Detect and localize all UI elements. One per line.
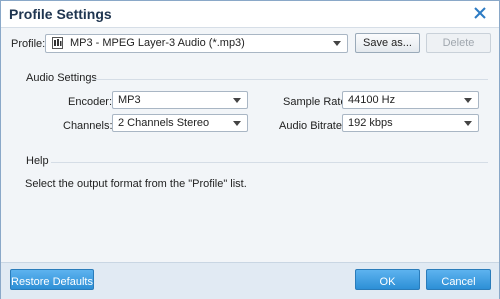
chevron-down-icon: [233, 98, 241, 103]
channels-label: Channels:: [63, 120, 113, 132]
profile-select[interactable]: MP3 - MPEG Layer-3 Audio (*.mp3): [45, 34, 348, 53]
title-bar: Profile Settings: [1, 1, 499, 27]
profile-selected: MP3 - MPEG Layer-3 Audio (*.mp3): [70, 37, 245, 49]
channels-value: 2 Channels Stereo: [118, 117, 210, 129]
delete-button[interactable]: Delete: [426, 33, 491, 53]
ok-button[interactable]: OK: [355, 269, 420, 290]
dialog-body: Profile: MP3 - MPEG Layer-3 Audio (*.mp3…: [1, 27, 499, 262]
encoder-value: MP3: [118, 94, 141, 106]
help-text: Select the output format from the "Profi…: [25, 178, 247, 190]
chevron-down-icon: [464, 98, 472, 103]
help-heading: Help: [26, 155, 49, 167]
close-icon[interactable]: [471, 4, 489, 22]
group-divider: [91, 79, 488, 80]
ok-label: OK: [379, 276, 396, 288]
restore-defaults-button[interactable]: Restore Defaults: [10, 269, 94, 290]
chevron-down-icon: [333, 41, 341, 46]
help-divider: [51, 162, 488, 163]
bitrate-select[interactable]: 192 kbps: [342, 114, 479, 132]
chevron-down-icon: [464, 121, 472, 126]
bitrate-value: 192 kbps: [348, 117, 393, 129]
profile-label: Profile:: [11, 38, 46, 50]
chevron-down-icon: [233, 121, 241, 126]
sample-rate-select[interactable]: 44100 Hz: [342, 91, 479, 109]
profile-settings-dialog: Profile Settings Profile: MP3 - MPEG Lay…: [0, 0, 500, 299]
dialog-title: Profile Settings: [9, 6, 112, 22]
sample-rate-value: 44100 Hz: [348, 94, 396, 106]
cancel-button[interactable]: Cancel: [426, 269, 491, 290]
save-as-label: Save as...: [363, 37, 412, 49]
save-as-button[interactable]: Save as...: [355, 33, 420, 53]
audio-settings-heading: Audio Settings: [26, 72, 97, 84]
restore-defaults-label: Restore Defaults: [11, 276, 93, 288]
cancel-label: Cancel: [441, 276, 476, 288]
delete-label: Delete: [442, 37, 475, 49]
sample-rate-label: Sample Rate:: [283, 96, 350, 108]
dialog-footer: Restore Defaults OK Cancel: [1, 262, 499, 299]
bitrate-label: Audio Bitrate:: [279, 120, 346, 132]
encoder-select[interactable]: MP3: [112, 91, 248, 109]
encoder-label: Encoder:: [68, 96, 113, 108]
channels-select[interactable]: 2 Channels Stereo: [112, 114, 248, 132]
audio-file-icon: [52, 37, 63, 49]
